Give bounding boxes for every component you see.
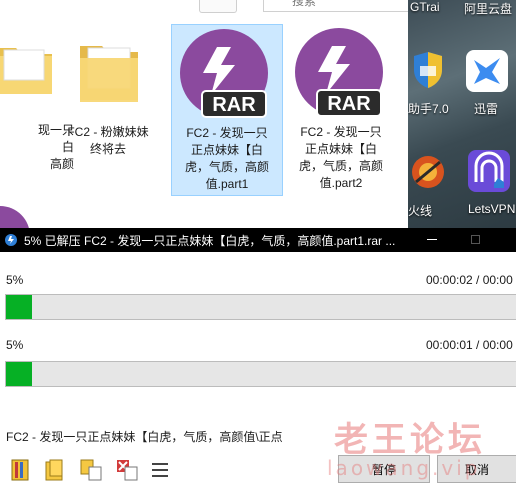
progress-content: 5% 00:00:02 / 00:00 5% 00:00:01 / 00:00 … (0, 252, 516, 483)
desktop-icon-label: 助手7.0 (408, 102, 449, 116)
current-file-name: FC2 - 发现一只正点妹妹【白虎，气质，高颜值\正点 (6, 430, 283, 444)
file-name-line: 终将去 (89, 142, 126, 156)
total-progress-bar (5, 361, 516, 387)
total-progress-time: 00:00:01 / 00:00 (426, 338, 513, 352)
rar-archive-icon: RAR (295, 28, 383, 117)
file-progress-fill (6, 295, 32, 319)
maximize-button[interactable] (471, 235, 480, 244)
desktop-background: GTrai 阿里云盘 助手7.0 迅雷 火线 LetsVPN (408, 0, 516, 228)
letsvpn-icon[interactable] (466, 148, 512, 194)
search-placeholder: 搜索 (292, 0, 317, 8)
menu-icon[interactable] (150, 458, 172, 482)
file-name-line: FC2 - 发现一只 (300, 125, 382, 139)
rar-archive-icon (0, 206, 29, 228)
file-progress-percent: 5% (6, 273, 24, 287)
view-toggle-button[interactable] (199, 0, 237, 13)
desktop-icon-label: 迅雷 (474, 102, 499, 116)
copy-folder-icon[interactable] (80, 458, 102, 482)
explorer-toolbar: ⌕ 搜索 (0, 0, 408, 14)
file-name-line: FC2 - 粉嫩妹妹 (67, 125, 149, 139)
xunlei-icon[interactable] (464, 48, 510, 94)
file-progress-bar (5, 294, 516, 320)
desktop-label: 阿里云盘 (464, 2, 513, 16)
watermark-text: 老王论坛 (334, 420, 486, 460)
minimize-button[interactable] (427, 239, 437, 240)
rar-file-part2[interactable]: RAR FC2 - 发现一只 正点妹妹【白 虎，气质，高颜 值.part2 (285, 24, 397, 196)
folder-icon (0, 48, 52, 94)
helper-icon[interactable] (410, 50, 446, 90)
crossfire-icon[interactable] (410, 152, 446, 192)
search-icon: ⌕ (272, 0, 279, 4)
file-name-line: 值.part2 (319, 176, 363, 190)
file-name-line: 虎，气质，高颜 (298, 159, 383, 173)
total-progress-percent: 5% (6, 338, 24, 352)
archive-books-icon[interactable] (10, 458, 32, 482)
file-name-line: 虎，气质，高颜 (184, 160, 269, 174)
file-name-line: 正点妹妹【白 (304, 142, 377, 156)
file-explorer: ⌕ 搜索 现一只 白 高颜 FC2 - 粉嫩妹妹 终将去 (0, 0, 408, 228)
winrar-app-icon (5, 234, 17, 246)
file-name-line: FC2 - 发现一只 (186, 126, 268, 140)
window-titlebar[interactable]: 5% 已解压 FC2 - 发现一只正点妹妹【白虎，气质，高颜值.part1.ra… (0, 228, 516, 252)
desktop-icon-label: 火线 (408, 204, 433, 218)
file-progress-time: 00:00:02 / 00:00 (426, 273, 513, 287)
rar-badge: RAR (327, 93, 371, 115)
rar-archive-icon: RAR (180, 29, 268, 118)
file-item[interactable]: FC2 - 粉嫩妹妹 终将去 (52, 24, 164, 196)
desktop-icon-label: LetsVPN (468, 202, 516, 216)
file-name-line: 正点妹妹【白 (190, 143, 263, 157)
window-title: 5% 已解压 FC2 - 发现一只正点妹妹【白虎，气质，高颜值.part1.ra… (24, 234, 396, 248)
watermark-url: laowang.vip (327, 456, 481, 480)
desktop-label: GTrai (410, 0, 440, 14)
delete-file-icon[interactable] (116, 458, 138, 482)
search-input[interactable]: ⌕ 搜索 (263, 0, 408, 12)
total-progress-fill (6, 362, 32, 386)
folder-icon (80, 46, 138, 102)
rar-badge: RAR (212, 94, 256, 116)
extraction-progress-window: 5% 已解压 FC2 - 发现一只正点妹妹【白虎，气质，高颜值.part1.ra… (0, 228, 516, 483)
rar-file-part1[interactable]: RAR FC2 - 发现一只 正点妹妹【白 虎，气质，高颜 值.part1 (171, 24, 283, 196)
file-name-line: 值.part1 (205, 177, 249, 191)
folder-open-icon[interactable] (44, 458, 66, 482)
